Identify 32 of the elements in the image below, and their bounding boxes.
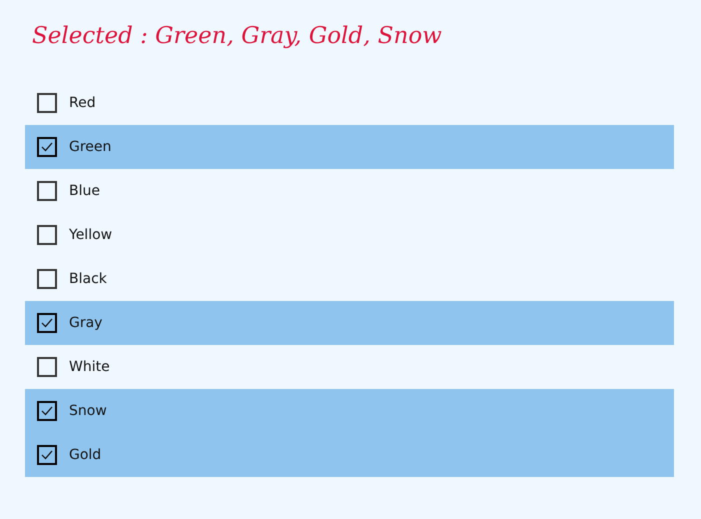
checkbox[interactable] [37,269,57,289]
checkbox[interactable] [37,137,57,157]
checkbox[interactable] [37,445,57,465]
check-icon [40,140,54,154]
checkbox[interactable] [37,93,57,113]
checkbox[interactable] [37,181,57,201]
item-label: Snow [69,403,107,419]
item-label: Gray [69,315,102,331]
checkbox[interactable] [37,225,57,245]
list-item[interactable]: White [25,345,674,389]
check-icon [40,448,54,462]
list-item[interactable]: Black [25,257,674,301]
check-icon [40,316,54,330]
item-label: Red [69,95,96,111]
list-item[interactable]: Red [25,81,674,125]
list-item[interactable]: Yellow [25,213,674,257]
list-item[interactable]: Blue [25,169,674,213]
list-item[interactable]: Green [25,125,674,169]
item-label: Gold [69,447,102,463]
list-item[interactable]: Snow [25,389,674,433]
list-item[interactable]: Gold [25,433,674,477]
item-label: Blue [69,183,100,199]
checkbox[interactable] [37,357,57,377]
checkbox[interactable] [37,401,57,421]
item-label: White [69,359,110,375]
item-label: Green [69,139,112,155]
checkbox[interactable] [37,313,57,333]
item-label: Yellow [69,227,112,243]
item-label: Black [69,271,107,287]
selection-title: Selected : Green, Gray, Gold, Snow [31,22,443,51]
check-icon [40,404,54,418]
list-item[interactable]: Gray [25,301,674,345]
